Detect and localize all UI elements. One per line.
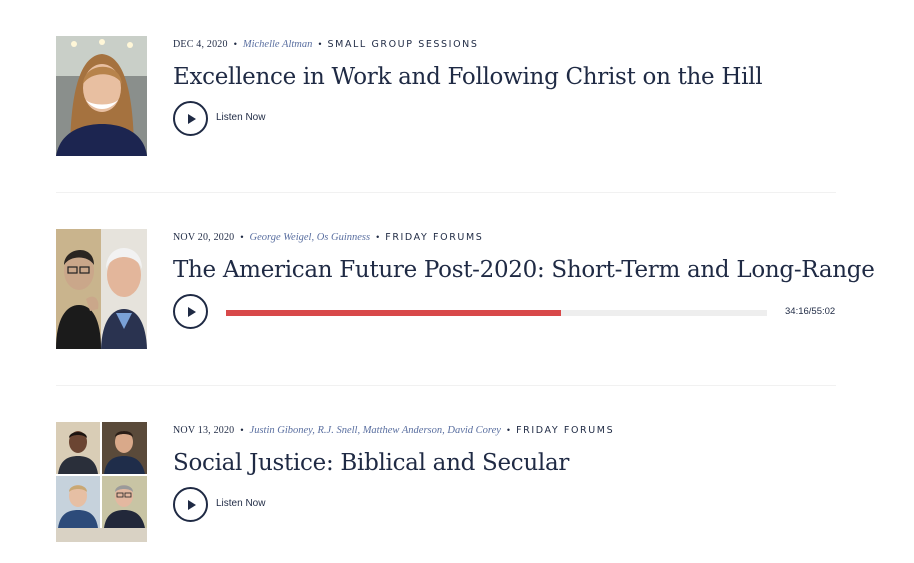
play-button[interactable]	[173, 487, 208, 522]
play-icon	[187, 306, 196, 317]
playback-time: 34:16/55:02	[785, 306, 836, 317]
meta-separator: •	[233, 39, 237, 49]
speaker-photo[interactable]	[56, 229, 147, 349]
episode-category[interactable]: FRIDAY FORUMS	[385, 232, 483, 243]
divider	[56, 192, 836, 193]
meta-separator: •	[240, 425, 244, 435]
play-icon	[187, 499, 196, 510]
meta-separator: •	[376, 232, 380, 242]
episode-meta: DEC 4, 2020 • Michelle Altman • SMALL GROUP …	[173, 37, 479, 52]
speaker-photo[interactable]	[56, 422, 147, 542]
episode-speakers[interactable]: Michelle Altman	[243, 39, 313, 50]
episode-date: NOV 20, 2020	[173, 232, 235, 243]
episode-title[interactable]: Excellence in Work and Following Christ …	[173, 60, 763, 94]
play-button[interactable]	[173, 101, 208, 136]
listen-now-label[interactable]: Listen Now	[216, 112, 265, 123]
speaker-photo[interactable]	[56, 36, 147, 156]
progress-bar-fill	[226, 310, 562, 316]
divider	[56, 385, 836, 386]
play-button[interactable]	[173, 294, 208, 329]
audio-player: 34:16/55:02	[173, 294, 836, 334]
episode-title[interactable]: The American Future Post-2020: Short-Ter…	[173, 253, 875, 287]
episode-speakers[interactable]: Justin Giboney, R.J. Snell, Matthew Ande…	[250, 425, 501, 436]
episode-category[interactable]: SMALL GROUP SESSIONS	[328, 39, 479, 50]
audio-player: Listen Now	[173, 101, 836, 141]
episode-date: NOV 13, 2020	[173, 425, 235, 436]
progress-bar[interactable]	[226, 310, 767, 316]
episode-meta: NOV 20, 2020 • George Weigel, Os Guinness •…	[173, 230, 483, 245]
episode-category[interactable]: FRIDAY FORUMS	[516, 425, 614, 436]
episode-title[interactable]: Social Justice: Biblical and Secular	[173, 446, 569, 480]
meta-separator: •	[506, 425, 511, 435]
meta-separator: •	[318, 39, 322, 49]
episode-date: DEC 4, 2020	[173, 39, 228, 50]
meta-separator: •	[240, 232, 244, 242]
play-icon	[187, 113, 196, 124]
episode-speakers[interactable]: George Weigel, Os Guinness	[250, 232, 371, 243]
listen-now-label[interactable]: Listen Now	[216, 498, 265, 509]
audio-player: Listen Now	[173, 487, 836, 527]
episode-meta: NOV 13, 2020 • Justin Giboney, R.J. Snell,…	[173, 423, 614, 438]
